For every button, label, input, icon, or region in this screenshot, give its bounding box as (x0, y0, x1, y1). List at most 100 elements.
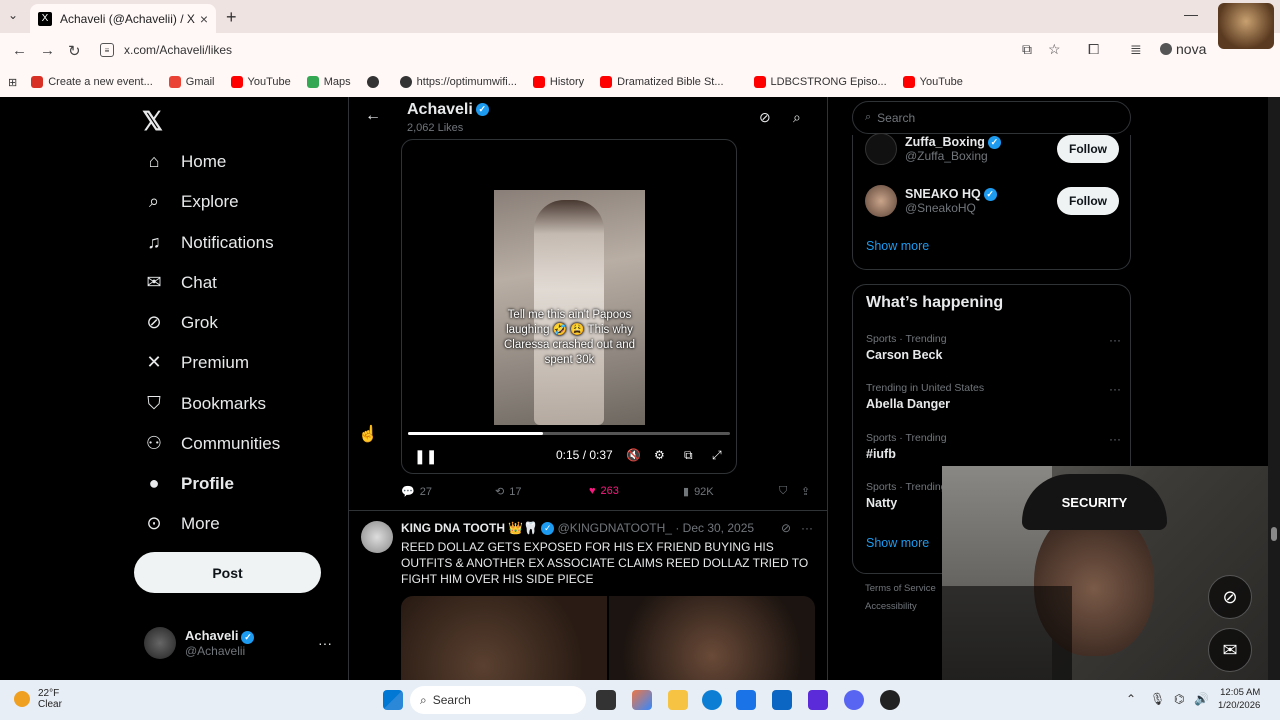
follow-button[interactable]: Follow (1057, 135, 1119, 163)
mute-icon[interactable]: 🔇 (626, 448, 641, 462)
reply-button[interactable]: 💬 27 (401, 485, 432, 499)
nav-chat[interactable]: ✉ Chat (142, 272, 216, 293)
windows-start-icon[interactable] (383, 690, 403, 710)
fullscreen-icon[interactable]: ⤢ (712, 448, 722, 463)
star-icon[interactable]: ☆ (1048, 41, 1061, 58)
author-handle[interactable]: @KINGDNATOOTH_ (558, 521, 672, 535)
back-icon[interactable]: ← (12, 42, 27, 59)
nav-explore[interactable]: ⌕ Explore (142, 191, 239, 212)
url-bar[interactable]: ≡ x.com/Achaveli/likes (100, 39, 1000, 61)
edge-icon[interactable] (702, 690, 722, 710)
tray-chevron-icon[interactable]: ⌃ (1126, 692, 1136, 706)
tab-active[interactable]: X Achaveli (@Achavelii) / X × (30, 4, 216, 33)
more-icon[interactable]: ··· (801, 521, 813, 535)
bookmark-item[interactable]: History (532, 76, 584, 88)
messages-icon[interactable]: ✉ (1208, 628, 1252, 672)
grok-icon[interactable]: ⊘ (1208, 575, 1252, 619)
taskbar-search[interactable]: ⌕ Search (410, 686, 586, 714)
microphone-icon[interactable]: 🎙 (1150, 692, 1165, 706)
back-arrow-icon[interactable]: ← (365, 107, 381, 125)
more-icon[interactable]: ··· (1109, 382, 1121, 396)
more-icon[interactable]: ··· (1109, 333, 1121, 347)
bookmark-item[interactable]: Maps (306, 76, 351, 88)
scrollbar[interactable] (1268, 97, 1280, 680)
account-more-icon[interactable]: ··· (318, 635, 332, 651)
like-button[interactable]: ♥ 263 (589, 485, 619, 497)
minimize-icon[interactable]: — (1184, 6, 1198, 22)
nav-home[interactable]: ⌂ Home (142, 151, 227, 172)
video-progress[interactable] (408, 432, 730, 435)
task-view-icon[interactable] (596, 690, 616, 710)
share-button[interactable]: ⇪ (801, 485, 810, 498)
accessibility-link[interactable]: Accessibility (865, 598, 936, 616)
site-info-icon[interactable]: ≡ (100, 43, 114, 57)
bookmark-item[interactable]: https://optimumwifi... (399, 76, 517, 88)
extensions-icon[interactable]: ⧠ (1088, 41, 1099, 58)
nav-profile[interactable]: ● Profile (142, 473, 234, 494)
store-icon[interactable] (736, 690, 756, 710)
follow-suggestion[interactable]: Zuffa_Boxing ✓ @Zuffa_Boxing (865, 133, 1001, 165)
pause-icon[interactable]: ❚❚ (414, 448, 437, 465)
x-logo-icon[interactable]: 𝕏 (142, 106, 163, 137)
nav-grok[interactable]: ⊘ Grok (142, 312, 217, 333)
trend-item[interactable]: Trending in United States Abella Danger ··… (866, 382, 1121, 411)
show-more-link[interactable]: Show more (866, 239, 929, 253)
volume-icon[interactable]: 🔊 (1194, 692, 1209, 706)
reload-icon[interactable]: ↻ (68, 42, 81, 60)
media-image[interactable] (609, 596, 815, 680)
grok-icon[interactable]: ⊘ (759, 109, 771, 126)
trend-item[interactable]: Sports · Trending #iufb ··· (866, 432, 1121, 461)
install-icon[interactable]: ⧉ (1022, 41, 1032, 58)
tab-close-icon[interactable]: × (200, 11, 208, 27)
video-player[interactable]: Tell me this ain't Papoos laughing 🤣 😩 T… (401, 139, 737, 474)
bookmark-item[interactable]: YouTube (230, 76, 291, 88)
system-clock[interactable]: 12:05 AM 1/20/2026 (1218, 686, 1260, 712)
pip-icon[interactable]: ⧉ (684, 448, 693, 463)
tweet-date[interactable]: · Dec 30, 2025 (675, 521, 754, 535)
author-name[interactable]: KING DNA TOOTH 👑🦷 (401, 521, 538, 535)
show-more-link[interactable]: Show more (866, 536, 929, 550)
bookmark-button[interactable]: ⛉ (779, 485, 787, 498)
forward-icon[interactable]: → (40, 42, 55, 59)
nav-more[interactable]: ⊙ More (142, 513, 219, 534)
nav-communities[interactable]: ⚇ Communities (142, 433, 280, 454)
views-button[interactable]: ▮ 92K (683, 485, 714, 499)
scrollbar-thumb[interactable] (1271, 527, 1277, 541)
bookmark-item[interactable]: YouTube (902, 76, 963, 88)
bookmark-item[interactable]: Dramatized Bible St... (600, 76, 724, 88)
outlook-icon[interactable] (772, 690, 792, 710)
follow-button[interactable]: Follow (1057, 187, 1119, 215)
more-icon[interactable]: ··· (1109, 432, 1121, 446)
nav-bookmarks[interactable]: ⛉ Bookmarks (142, 393, 266, 414)
nav-notifications[interactable]: ♫ Notifications (142, 232, 273, 253)
search-icon[interactable]: ⌕ (793, 109, 801, 126)
bookmark-item[interactable] (366, 76, 384, 88)
file-explorer-icon[interactable] (668, 690, 688, 710)
media-image[interactable] (401, 596, 607, 680)
bookmark-item[interactable]: LDBCSTRONG Episo... (753, 76, 887, 88)
settings-icon[interactable]: ⚙ (654, 448, 665, 462)
avatar[interactable] (361, 521, 393, 553)
copilot-icon[interactable] (632, 690, 652, 710)
post-button[interactable]: Post (134, 552, 321, 593)
tweet-media[interactable] (401, 596, 815, 680)
media-icon[interactable]: ≣ (1130, 41, 1142, 58)
discord-icon[interactable] (844, 690, 864, 710)
grok-icon[interactable]: ⊘ (781, 521, 791, 535)
search-input[interactable]: ⌕ Search (852, 101, 1131, 134)
weather-widget[interactable]: 22°F Clear (14, 688, 62, 710)
nav-premium[interactable]: ✕ Premium (142, 352, 249, 373)
follow-suggestion[interactable]: SNEAKO HQ ✓ @SneakoHQ (865, 185, 997, 217)
account-switcher[interactable]: Achaveli ✓ @Achavelii (144, 627, 255, 659)
profile-chip[interactable]: nova (1160, 41, 1206, 57)
trend-item[interactable]: Sports · Trending Carson Beck ··· (866, 333, 1121, 362)
new-tab-icon[interactable]: + (226, 7, 237, 28)
github-icon[interactable] (880, 690, 900, 710)
tab-search-icon[interactable]: ⌄ (8, 8, 18, 22)
editor-icon[interactable] (808, 690, 828, 710)
terms-link[interactable]: Terms of Service (865, 580, 936, 598)
apps-icon[interactable]: ⊞ (8, 76, 17, 89)
bookmark-item[interactable]: Create a new event... (31, 76, 153, 88)
bookmark-item[interactable]: Gmail (168, 76, 215, 88)
repost-button[interactable]: ⟲ 17 (495, 485, 521, 499)
